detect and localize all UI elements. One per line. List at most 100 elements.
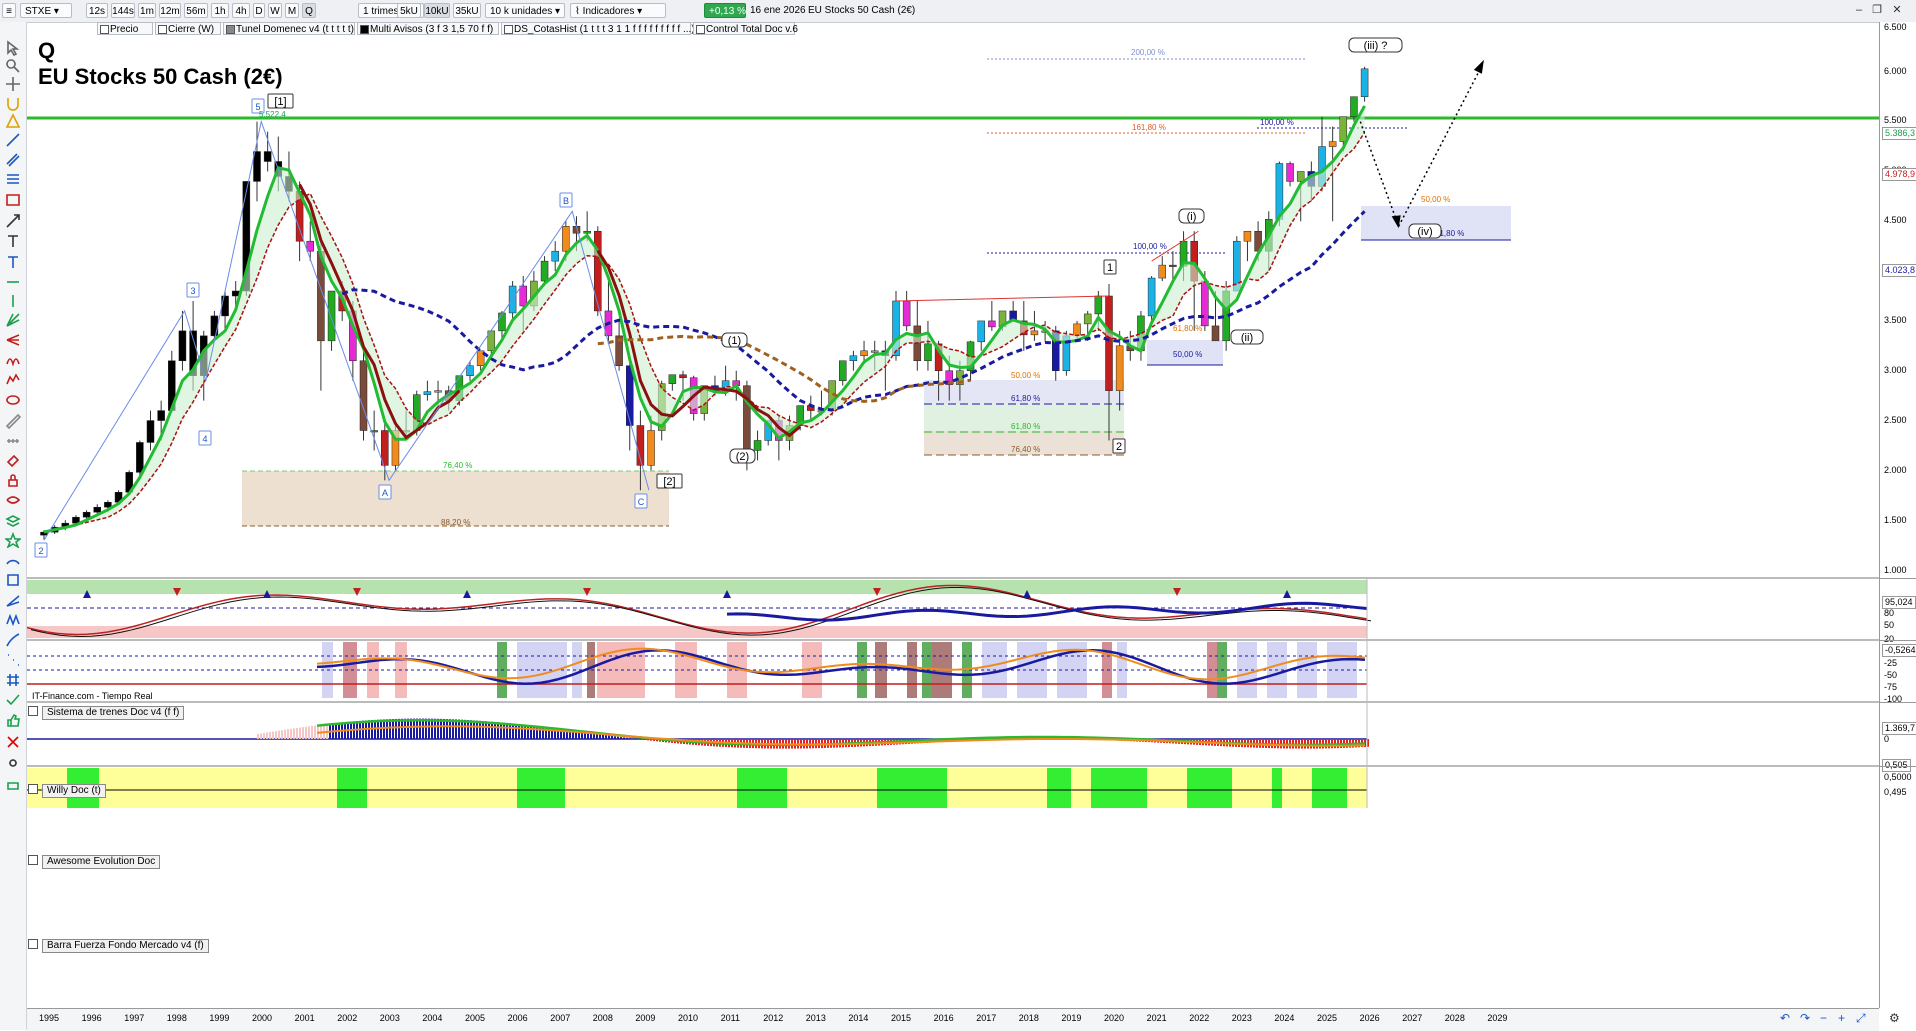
eye-icon[interactable]	[5, 492, 21, 508]
symbol-select[interactable]: STXE ▾	[20, 3, 72, 18]
redo-icon[interactable]: ↷	[1800, 1011, 1810, 1025]
timeframe-D[interactable]: D	[253, 3, 265, 18]
cycle-icon[interactable]	[5, 352, 21, 368]
crosshair-icon[interactable]	[5, 76, 21, 92]
pane-divider[interactable]	[1880, 578, 1916, 579]
zoom-in-icon[interactable]: +	[1838, 1011, 1845, 1025]
awesome-bar	[395, 719, 397, 739]
lock-icon[interactable]	[5, 472, 21, 488]
year-tick: 1997	[124, 1013, 144, 1023]
barsize-10kU[interactable]: 10kU	[424, 3, 450, 18]
pane-divider[interactable]	[1880, 702, 1916, 703]
pane-header-willy[interactable]: Willy Doc (t)	[28, 784, 106, 796]
wave-icon[interactable]	[5, 372, 21, 388]
pane-toggle-icon[interactable]	[28, 706, 38, 716]
awesome-bar	[437, 719, 439, 739]
ruler-icon[interactable]	[5, 433, 21, 449]
wave-label: (1)	[728, 335, 741, 347]
willy-pane-bg	[27, 641, 1879, 701]
awesome-bar	[509, 723, 511, 739]
pane-title: Barra Fuerza Fondo Mercado v4 (f)	[42, 939, 209, 953]
magnet-icon[interactable]	[5, 95, 21, 111]
pointer-icon[interactable]	[5, 40, 21, 56]
square-icon[interactable]	[5, 572, 21, 588]
fib-icon[interactable]	[5, 172, 21, 188]
zoom-icon[interactable]	[5, 58, 21, 74]
wave-label: (iv)	[1417, 226, 1432, 238]
pane-header-awesome[interactable]: Awesome Evolution Doc	[28, 855, 160, 867]
brush-icon[interactable]	[5, 632, 21, 648]
channel-icon[interactable]	[5, 152, 21, 168]
barsize-35kU[interactable]: 35kU	[453, 3, 481, 18]
pane-toggle-icon[interactable]	[28, 939, 38, 949]
wave-label: (iii) ?	[1364, 40, 1388, 52]
text-icon[interactable]	[5, 233, 21, 249]
units-select[interactable]: 10 k unidades ▾	[485, 3, 565, 18]
pattern-icon[interactable]	[5, 612, 21, 628]
minimize-icon[interactable]: –	[1852, 2, 1866, 18]
thumbs-up-icon[interactable]	[5, 712, 21, 728]
money-icon[interactable]	[5, 778, 21, 794]
pane-axis-label: 80	[1884, 608, 1894, 619]
timeframe-1m[interactable]: 1m	[138, 3, 156, 18]
rect-icon[interactable]	[5, 192, 21, 208]
instrument-title: EU Stocks 50 Cash (2€)	[808, 3, 915, 18]
eraser-icon[interactable]	[5, 452, 21, 468]
restore-icon[interactable]: ❐	[1870, 2, 1884, 18]
measure-icon[interactable]	[5, 413, 21, 429]
settings-icon[interactable]: ⚙	[1889, 1011, 1900, 1025]
delete-icon[interactable]	[5, 734, 21, 750]
menu-icon[interactable]: ≡	[2, 3, 16, 18]
close-icon[interactable]: ✕	[1890, 2, 1904, 18]
arc-icon[interactable]	[5, 552, 21, 568]
arrow-icon[interactable]	[5, 213, 21, 229]
pitchfork-icon[interactable]	[5, 332, 21, 348]
wave-label: [1]	[274, 96, 286, 108]
wave-label: 2	[38, 546, 43, 556]
fit-icon[interactable]: ⤢	[1856, 1011, 1866, 1026]
pane-toggle-icon[interactable]	[28, 855, 38, 865]
ellipse-icon[interactable]	[5, 392, 21, 408]
timeframe-56m[interactable]: 56m	[184, 3, 208, 18]
chart-area[interactable]: 200,00 %161,80 %100,00 %100,00 %50,00 %6…	[27, 22, 1879, 1008]
trendline-icon[interactable]	[5, 132, 21, 148]
check-icon[interactable]	[5, 692, 21, 708]
settings-tool-icon[interactable]	[5, 755, 21, 771]
indicators-button[interactable]: ⌇ Indicadores ▾	[570, 3, 666, 18]
fan-icon[interactable]	[5, 592, 21, 608]
barsize-5kU[interactable]: 5kU	[397, 3, 421, 18]
timeframe-4h[interactable]: 4h	[232, 3, 250, 18]
text-note-icon[interactable]	[5, 254, 21, 270]
dot-pattern-icon[interactable]	[5, 652, 21, 668]
candle-body	[924, 344, 931, 361]
price-axis[interactable]: 6.5006.0005.5005.0004.5004.0003.5003.000…	[1879, 22, 1916, 1008]
timeframe-12m[interactable]: 12m	[159, 3, 181, 18]
alert-icon[interactable]	[5, 113, 21, 129]
timeframe-Q[interactable]: Q	[302, 3, 316, 18]
star-icon[interactable]	[5, 532, 21, 548]
undo-icon[interactable]: ↶	[1780, 1011, 1790, 1025]
grid-icon[interactable]	[5, 672, 21, 688]
timeframe-1h[interactable]: 1h	[211, 3, 229, 18]
zoom-out-icon[interactable]: −	[1820, 1011, 1827, 1025]
timeframe-W[interactable]: W	[268, 3, 282, 18]
gann-icon[interactable]	[5, 312, 21, 328]
layer-icon[interactable]	[5, 513, 21, 529]
time-axis[interactable]: 1995199619971998199920002001200220032004…	[27, 1008, 1879, 1031]
pane-divider[interactable]	[1880, 766, 1916, 767]
candle-body	[978, 321, 985, 342]
pane-toggle-icon[interactable]	[28, 784, 38, 794]
price-tick: 5.500	[1884, 115, 1907, 126]
pane-divider[interactable]	[1880, 640, 1916, 641]
timeframe-144s[interactable]: 144s	[111, 3, 135, 18]
vline-icon[interactable]	[5, 293, 21, 309]
wave-label: A	[382, 488, 388, 498]
price-tick: 3.000	[1884, 365, 1907, 376]
year-tick: 1998	[167, 1013, 187, 1023]
pane-header-trenes[interactable]: Sistema de trenes Doc v4 (f f)	[28, 706, 184, 718]
timeframe-12s[interactable]: 12s	[86, 3, 108, 18]
timeframe-M[interactable]: M	[285, 3, 299, 18]
hline-icon[interactable]	[5, 274, 21, 290]
candle-body	[1074, 324, 1081, 336]
pane-header-barra[interactable]: Barra Fuerza Fondo Mercado v4 (f)	[28, 939, 209, 951]
